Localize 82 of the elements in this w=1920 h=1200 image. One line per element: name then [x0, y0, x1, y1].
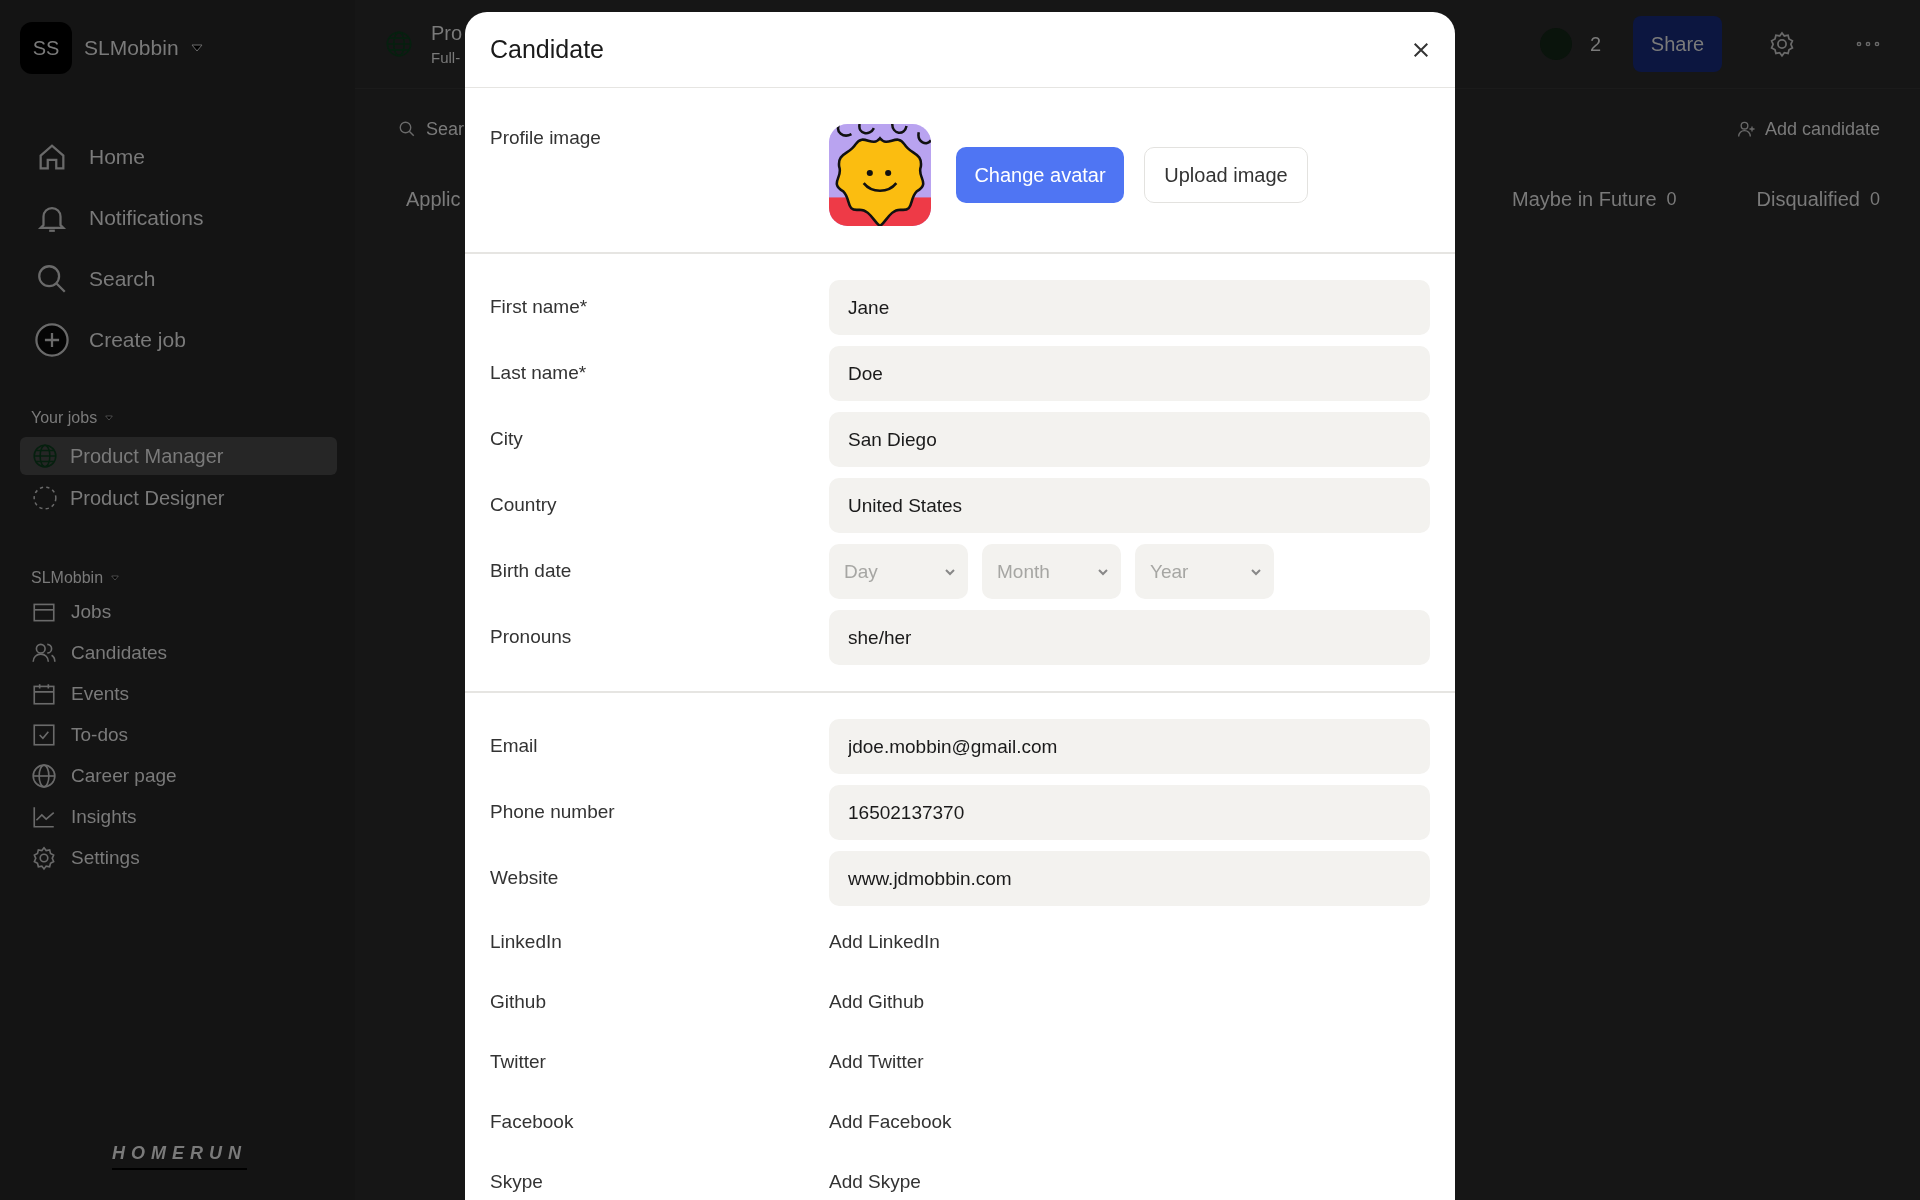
nav-item[interactable]: Jobs	[71, 601, 112, 623]
nav-item[interactable]: Notifications	[89, 206, 204, 230]
add-link[interactable]: Add Twitter	[829, 1050, 924, 1072]
search-field[interactable]: Sear	[426, 118, 465, 140]
chart-icon	[31, 804, 57, 830]
section-heading[interactable]: SLMobbin	[31, 569, 104, 587]
search-icon	[398, 120, 416, 138]
field-label: Email	[490, 734, 539, 757]
plus-icon	[35, 323, 69, 357]
stage-count: 0	[1870, 188, 1880, 210]
nav-item[interactable]: Settings	[71, 847, 140, 869]
text-field[interactable]: Doe	[829, 346, 1430, 401]
text-field[interactable]: jdoe.mobbin@gmail.com	[829, 719, 1430, 774]
field-label: First name*	[490, 295, 589, 318]
caret-icon	[105, 415, 114, 421]
job-subtitle: Full-	[431, 49, 462, 66]
dashed-circle-icon	[32, 485, 58, 511]
caret-icon	[190, 44, 203, 52]
brand-logo[interactable]: HOMERUN	[112, 1143, 247, 1170]
job-title: Pro	[431, 22, 463, 45]
dialog-title: Candidate	[490, 35, 604, 64]
text-field[interactable]: she/her	[829, 610, 1430, 665]
field-label: Pronouns	[490, 625, 573, 648]
change-avatar-button[interactable]: Change avatar	[956, 147, 1124, 203]
nav-item[interactable]: Insights	[71, 806, 137, 828]
dropdown[interactable]: Month	[982, 544, 1121, 599]
nav-item[interactable]: Search	[89, 267, 156, 291]
stage-title: Maybe in Future	[1512, 187, 1657, 211]
stage-title: Applic	[406, 187, 461, 211]
text-field[interactable]: United States	[829, 478, 1430, 533]
text-field[interactable]: 16502137370	[829, 785, 1430, 840]
add-link[interactable]: Add Skype	[829, 1170, 921, 1192]
field-label: Facebook	[490, 1110, 575, 1133]
workspace-logo[interactable]: SS	[20, 22, 72, 74]
add-candidate-button[interactable]: Add candidate	[1736, 118, 1880, 140]
text-field[interactable]: Jane	[829, 280, 1430, 335]
globe-icon	[32, 443, 58, 469]
settings-icon[interactable]	[1768, 30, 1796, 58]
section-heading[interactable]: Your jobs	[31, 409, 98, 427]
nav-item[interactable]: Create job	[89, 328, 186, 352]
user-plus-icon	[1736, 119, 1757, 139]
nav-item[interactable]: Candidates	[71, 642, 168, 664]
calendar-icon	[31, 681, 57, 707]
nav-item[interactable]: Events	[71, 683, 130, 705]
stage-count: 0	[1666, 188, 1677, 210]
field-label: LinkedIn	[490, 930, 563, 953]
field-label: Phone number	[490, 800, 616, 823]
checkbox-icon	[31, 722, 57, 748]
field-label: Website	[490, 866, 560, 889]
nav-item[interactable]: To-dos	[71, 724, 129, 746]
chevron-down-icon	[1097, 567, 1109, 576]
upload-image-button[interactable]: Upload image	[1144, 147, 1308, 203]
chevron-down-icon	[944, 567, 956, 576]
close-icon[interactable]	[1412, 40, 1430, 59]
dropdown[interactable]: Year	[1135, 544, 1274, 599]
stage-title: Disqualified	[1756, 187, 1860, 211]
chevron-down-icon	[1250, 567, 1262, 576]
more-icon[interactable]	[1856, 41, 1880, 47]
workspace-name[interactable]: SLMobbin	[84, 36, 179, 60]
viewer-count: 2	[1589, 32, 1601, 56]
text-field[interactable]: San Diego	[829, 412, 1430, 467]
field-label: Birth date	[490, 559, 573, 582]
field-label: Profile image	[490, 126, 602, 150]
field-label: Last name*	[490, 361, 588, 384]
field-label: Twitter	[490, 1050, 547, 1073]
field-label: Country	[490, 493, 558, 516]
field-label: City	[490, 427, 524, 450]
add-link[interactable]: Add Github	[829, 990, 925, 1012]
nav-item[interactable]: Home	[89, 145, 146, 169]
text-field[interactable]: www.jdmobbin.com	[829, 851, 1430, 906]
caret-icon	[111, 575, 120, 581]
job-item[interactable]: Product Manager	[20, 437, 337, 475]
dropdown[interactable]: Day	[829, 544, 968, 599]
job-item[interactable]: Product Designer	[20, 479, 337, 517]
field-label: Skype	[490, 1170, 544, 1193]
add-link[interactable]: Add LinkedIn	[829, 930, 940, 952]
add-link[interactable]: Add Facebook	[829, 1110, 952, 1132]
nav-item[interactable]: Career page	[71, 765, 177, 787]
globe-icon	[31, 763, 57, 789]
field-label: Github	[490, 990, 547, 1013]
settings-icon	[31, 845, 57, 871]
share-button[interactable]: Share	[1633, 16, 1722, 72]
